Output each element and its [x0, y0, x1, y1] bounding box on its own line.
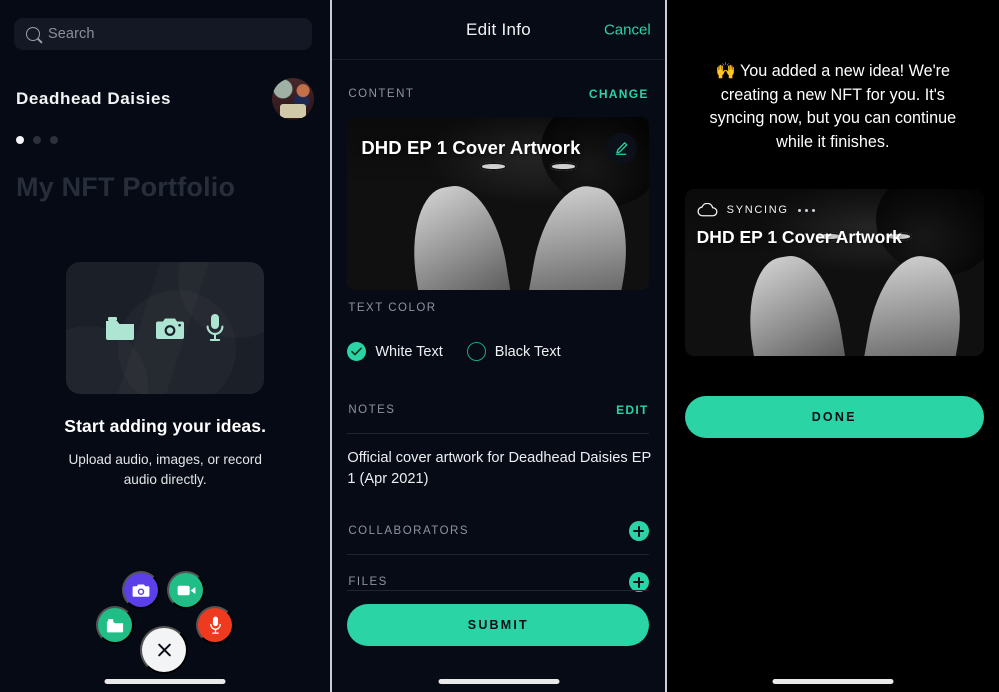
sync-card-title: DHD EP 1 Cover Artwork: [696, 227, 902, 247]
text-color-label: TEXT COLOR: [348, 302, 437, 314]
sync-status: SYNCING: [697, 203, 815, 217]
text-color-options: White Text Black Text: [347, 342, 561, 361]
empty-state-subtitle: Upload audio, images, or record audio di…: [68, 452, 262, 487]
fab-close-button[interactable]: [140, 626, 188, 674]
brand-row: Deadhead Daisies: [16, 78, 314, 120]
sync-card[interactable]: SYNCING DHD EP 1 Cover Artwork: [684, 189, 984, 356]
camera-icon: [156, 318, 184, 339]
empty-state-card: [66, 262, 264, 394]
page-dot-2[interactable]: [33, 136, 41, 144]
radio-black-text[interactable]: Black Text: [466, 342, 561, 361]
brand-name: Deadhead Daisies: [16, 89, 172, 108]
radio-white-text[interactable]: White Text: [347, 342, 443, 361]
radio-circle-icon: [466, 342, 486, 361]
notes-label: NOTES: [348, 404, 396, 416]
add-collaborator-button[interactable]: [628, 521, 649, 541]
edit-notes-button[interactable]: EDIT: [616, 403, 649, 417]
cloud-icon: [697, 203, 718, 217]
left-panel-portfolio: Search Deadhead Daisies My NFT Portfolio: [0, 0, 331, 692]
camera-icon: [132, 584, 150, 597]
notes-value: Official cover artwork for Deadhead Dais…: [347, 450, 651, 487]
home-indicator: [772, 679, 894, 684]
three-panel-screenshot: Search Deadhead Daisies My NFT Portfolio: [0, 0, 999, 692]
files-section-header: FILES: [348, 572, 649, 592]
done-button[interactable]: DONE: [684, 396, 984, 438]
collaborators-label: COLLABORATORS: [348, 525, 470, 537]
add-file-button[interactable]: [628, 572, 649, 592]
folder-icon: [106, 618, 124, 632]
mid-panel-edit-info: Edit Info Cancel CONTENT CHANGE DHD EP 1…: [332, 0, 665, 692]
sync-label: SYNCING: [726, 204, 789, 216]
change-button[interactable]: CHANGE: [589, 87, 649, 101]
cancel-button[interactable]: Cancel: [604, 21, 651, 38]
plus-icon: [633, 576, 645, 588]
content-label: CONTENT: [348, 88, 415, 100]
page-dot-1[interactable]: [16, 136, 24, 144]
plus-icon: [633, 525, 645, 537]
home-indicator: [104, 679, 226, 684]
empty-state-title: Start adding your ideas.: [64, 416, 267, 436]
page-title: Edit Info: [465, 19, 532, 39]
collaborators-section-header: COLLABORATORS: [348, 521, 649, 541]
artwork-card[interactable]: DHD EP 1 Cover Artwork: [347, 117, 650, 290]
pencil-icon: [616, 142, 628, 155]
radio-label: White Text: [375, 343, 443, 360]
fab-folder-button[interactable]: [96, 606, 134, 644]
loading-dots-icon: [797, 208, 815, 212]
artwork-title: DHD EP 1 Cover Artwork: [361, 137, 581, 158]
search-field[interactable]: Search: [14, 18, 312, 50]
microphone-icon: [209, 616, 221, 634]
text-color-section-header: TEXT COLOR: [348, 302, 648, 314]
notes-section-header: NOTES EDIT: [348, 403, 648, 417]
search-icon: [26, 27, 40, 41]
fab-microphone-button[interactable]: [196, 606, 234, 644]
files-label: FILES: [348, 576, 388, 588]
check-icon: [351, 347, 363, 356]
page-dots[interactable]: [16, 136, 58, 144]
divider: [347, 590, 650, 591]
close-icon: [156, 642, 173, 659]
right-panel-sync-confirmation: 🙌 You added a new idea! We're creating a…: [666, 0, 999, 692]
fab-video-button[interactable]: [167, 571, 205, 609]
fab-camera-button[interactable]: [122, 571, 160, 609]
page-dot-3[interactable]: [50, 136, 58, 144]
divider: [347, 433, 650, 434]
empty-state-icons: [66, 262, 264, 394]
check-icon: [347, 342, 367, 361]
search-box[interactable]: Search: [14, 18, 312, 50]
home-indicator: [438, 679, 559, 684]
folder-icon: [106, 317, 134, 340]
divider: [347, 554, 650, 555]
microphone-icon: [206, 314, 224, 341]
edit-info-header: Edit Info Cancel: [332, 0, 665, 60]
submit-button[interactable]: SUBMIT: [347, 604, 650, 646]
toast-message: 🙌 You added a new idea! We're creating a…: [709, 62, 957, 151]
page-title: My NFT Portfolio: [16, 172, 236, 202]
video-camera-icon: [177, 585, 195, 595]
avatar[interactable]: [272, 78, 314, 120]
search-placeholder: Search: [48, 26, 95, 42]
content-section-header: CONTENT CHANGE: [348, 87, 648, 101]
radio-label: Black Text: [494, 343, 561, 360]
